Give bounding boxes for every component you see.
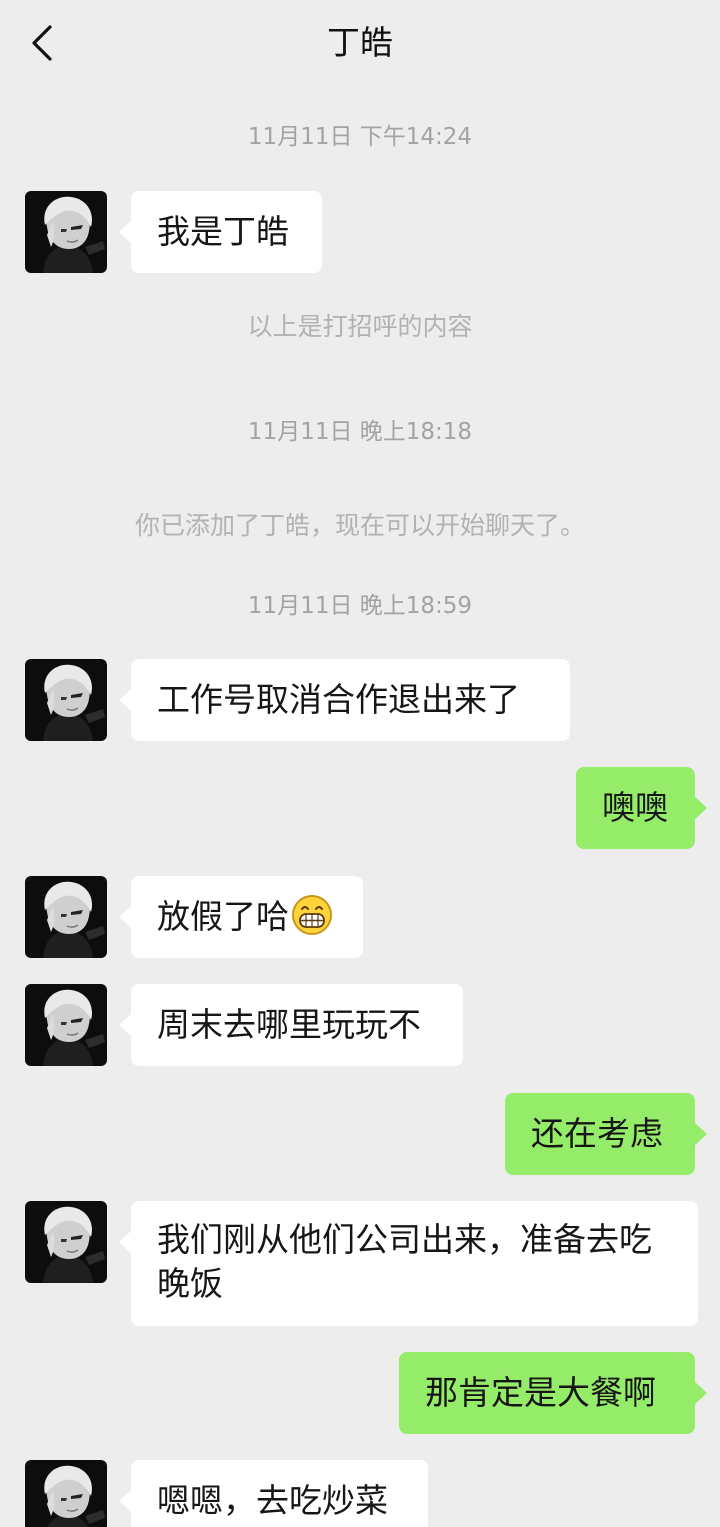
chat-header: 丁皓 bbox=[0, 0, 720, 86]
incoming-message[interactable]: 放假了哈 bbox=[119, 876, 363, 958]
contact-avatar[interactable] bbox=[25, 876, 107, 958]
incoming-message[interactable]: 周末去哪里玩玩不 bbox=[119, 984, 463, 1066]
outgoing-message[interactable]: 那肯定是大餐啊 bbox=[399, 1352, 707, 1434]
incoming-message[interactable]: 我是丁皓 bbox=[119, 191, 322, 273]
contact-avatar[interactable] bbox=[25, 1201, 107, 1283]
message-line: 我们刚从他们公司出来，准备去吃 bbox=[157, 1220, 652, 1259]
system-notice: 你已添加了丁皓，现在可以开始聊天了。 bbox=[134, 511, 585, 540]
timestamp: 11月11日 下午14:24 bbox=[247, 124, 473, 150]
incoming-message[interactable]: 工作号取消合作退出来了 bbox=[119, 659, 570, 741]
timestamp: 11月11日 晚上18:59 bbox=[247, 593, 473, 619]
system-notice: 以上是打招呼的内容 bbox=[247, 312, 473, 341]
timestamp: 11月11日 晚上18:18 bbox=[247, 419, 473, 445]
incoming-message[interactable]: 嗯嗯，去吃炒菜 bbox=[119, 1460, 428, 1527]
contact-avatar[interactable] bbox=[25, 659, 107, 741]
message-text: 放假了哈 bbox=[157, 897, 289, 936]
chat-screen: 丁皓 11月11日 下午14:24 我是丁皓 以上是打招呼的内容 11月11日 … bbox=[0, 0, 720, 1527]
incoming-message[interactable]: 我们刚从他们公司出来，准备去吃 晚饭 bbox=[119, 1201, 698, 1326]
grin-emoji-icon bbox=[292, 895, 332, 935]
contact-avatar[interactable] bbox=[25, 1460, 107, 1527]
chat-title: 丁皓 bbox=[327, 23, 393, 62]
contact-avatar[interactable] bbox=[25, 984, 107, 1066]
message-line: 晚饭 bbox=[157, 1264, 223, 1303]
outgoing-message[interactable]: 还在考虑 bbox=[505, 1093, 707, 1175]
outgoing-message[interactable]: 噢噢 bbox=[576, 767, 707, 849]
contact-avatar[interactable] bbox=[25, 191, 107, 273]
